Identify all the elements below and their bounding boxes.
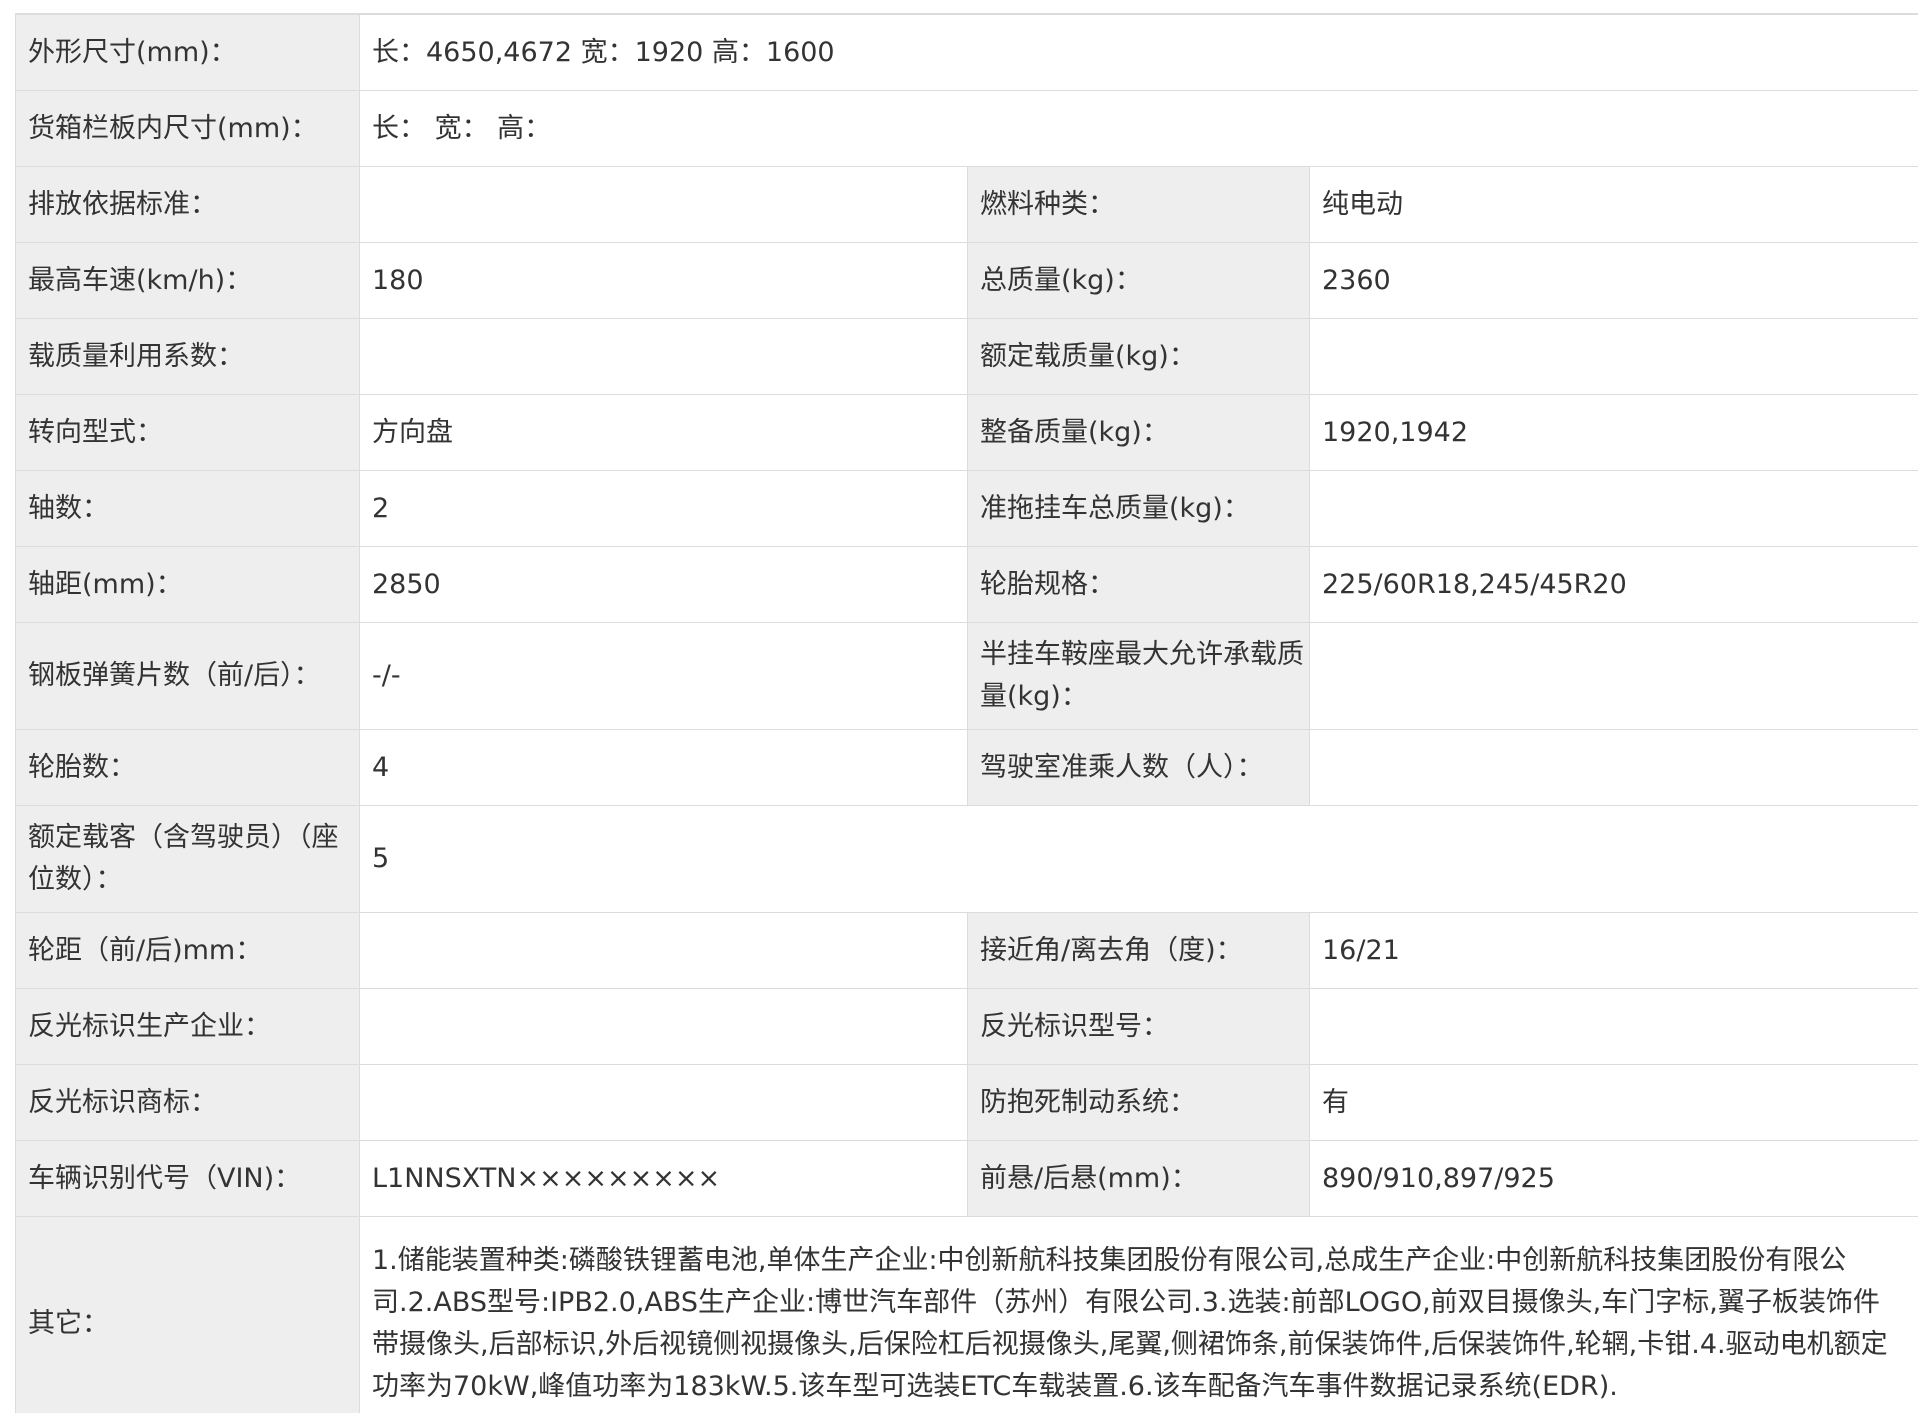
label-reflector-maker: 反光标识生产企业： — [16, 989, 360, 1065]
label-curb-mass: 整备质量(kg)： — [968, 395, 1310, 471]
value-steering-type: 方向盘 — [360, 395, 968, 471]
value-rated-passengers: 5 — [360, 806, 1918, 913]
label-other: 其它： — [16, 1217, 360, 1413]
value-cab-occupants — [1310, 730, 1918, 806]
label-rated-load: 额定载质量(kg)： — [968, 319, 1310, 395]
table-row: 轮胎数： 4 驾驶室准乘人数（人）： — [16, 730, 1918, 806]
table-row: 排放依据标准： 燃料种类： 纯电动 — [16, 167, 1918, 243]
value-cargo-box-dimensions: 长： 宽： 高： — [360, 91, 1918, 167]
value-fuel-type: 纯电动 — [1310, 167, 1918, 243]
label-rated-passengers: 额定载客（含驾驶员）（座位数）： — [16, 806, 360, 913]
value-track-width — [360, 913, 968, 989]
table-row: 其它： 1.储能装置种类:磷酸铁锂蓄电池,单体生产企业:中创新航科技集团股份有限… — [16, 1217, 1918, 1413]
value-towing-mass — [1310, 471, 1918, 547]
table-row: 外形尺寸(mm)： 长：4650,4672 宽：1920 高：1600 — [16, 15, 1918, 91]
label-track-width: 轮距（前/后)mm： — [16, 913, 360, 989]
table-row: 反光标识生产企业： 反光标识型号： — [16, 989, 1918, 1065]
label-abs: 防抱死制动系统： — [968, 1065, 1310, 1141]
value-overall-dimensions: 长：4650,4672 宽：1920 高：1600 — [360, 15, 1918, 91]
label-cargo-box-dimensions: 货箱栏板内尺寸(mm)： — [16, 91, 360, 167]
value-axle-count: 2 — [360, 471, 968, 547]
value-gross-mass: 2360 — [1310, 243, 1918, 319]
vehicle-spec-table: 外形尺寸(mm)： 长：4650,4672 宽：1920 高：1600 货箱栏板… — [15, 14, 1918, 1413]
label-tire-count: 轮胎数： — [16, 730, 360, 806]
table-row: 载质量利用系数： 额定载质量(kg)： — [16, 319, 1918, 395]
label-overhang: 前悬/后悬(mm)： — [968, 1141, 1310, 1217]
table-row: 轴数： 2 准拖挂车总质量(kg)： — [16, 471, 1918, 547]
label-gross-mass: 总质量(kg)： — [968, 243, 1310, 319]
label-cab-occupants: 驾驶室准乘人数（人）： — [968, 730, 1310, 806]
value-other-notes: 1.储能装置种类:磷酸铁锂蓄电池,单体生产企业:中创新航科技集团股份有限公司,总… — [360, 1217, 1918, 1413]
label-saddle-load: 半挂车鞍座最大允许承载质量(kg)： — [968, 623, 1310, 730]
value-approach-departure-angle: 16/21 — [1310, 913, 1918, 989]
label-overall-dimensions: 外形尺寸(mm)： — [16, 15, 360, 91]
table-row: 额定载客（含驾驶员）（座位数）： 5 — [16, 806, 1918, 913]
table-row: 轴距(mm)： 2850 轮胎规格： 225/60R18,245/45R20 — [16, 547, 1918, 623]
label-approach-departure-angle: 接近角/离去角（度)： — [968, 913, 1310, 989]
table-row: 车辆识别代号（VIN)： L1NNSXTN××××××××× 前悬/后悬(mm)… — [16, 1141, 1918, 1217]
value-leaf-springs: -/- — [360, 623, 968, 730]
table-row: 货箱栏板内尺寸(mm)： 长： 宽： 高： — [16, 91, 1918, 167]
label-reflector-brand: 反光标识商标： — [16, 1065, 360, 1141]
label-towing-mass: 准拖挂车总质量(kg)： — [968, 471, 1310, 547]
value-reflector-maker — [360, 989, 968, 1065]
label-wheelbase: 轴距(mm)： — [16, 547, 360, 623]
label-reflector-model: 反光标识型号： — [968, 989, 1310, 1065]
value-rated-load — [1310, 319, 1918, 395]
value-tire-spec: 225/60R18,245/45R20 — [1310, 547, 1918, 623]
value-tire-count: 4 — [360, 730, 968, 806]
label-fuel-type: 燃料种类： — [968, 167, 1310, 243]
label-load-utilization: 载质量利用系数： — [16, 319, 360, 395]
label-tire-spec: 轮胎规格： — [968, 547, 1310, 623]
label-vin: 车辆识别代号（VIN)： — [16, 1141, 360, 1217]
value-wheelbase: 2850 — [360, 547, 968, 623]
label-leaf-springs: 钢板弹簧片数（前/后）： — [16, 623, 360, 730]
vehicle-spec-sheet: 外形尺寸(mm)： 长：4650,4672 宽：1920 高：1600 货箱栏板… — [15, 13, 1918, 1413]
table-row: 最高车速(km/h)： 180 总质量(kg)： 2360 — [16, 243, 1918, 319]
value-reflector-model — [1310, 989, 1918, 1065]
label-steering-type: 转向型式： — [16, 395, 360, 471]
value-curb-mass: 1920,1942 — [1310, 395, 1918, 471]
label-axle-count: 轴数： — [16, 471, 360, 547]
value-saddle-load — [1310, 623, 1918, 730]
value-overhang: 890/910,897/925 — [1310, 1141, 1918, 1217]
table-row: 钢板弹簧片数（前/后）： -/- 半挂车鞍座最大允许承载质量(kg)： — [16, 623, 1918, 730]
value-abs: 有 — [1310, 1065, 1918, 1141]
value-vin: L1NNSXTN××××××××× — [360, 1141, 968, 1217]
table-row: 转向型式： 方向盘 整备质量(kg)： 1920,1942 — [16, 395, 1918, 471]
label-emission-standard: 排放依据标准： — [16, 167, 360, 243]
table-row: 反光标识商标： 防抱死制动系统： 有 — [16, 1065, 1918, 1141]
value-top-speed: 180 — [360, 243, 968, 319]
table-row: 轮距（前/后)mm： 接近角/离去角（度)： 16/21 — [16, 913, 1918, 989]
value-reflector-brand — [360, 1065, 968, 1141]
value-emission-standard — [360, 167, 968, 243]
label-top-speed: 最高车速(km/h)： — [16, 243, 360, 319]
value-load-utilization — [360, 319, 968, 395]
